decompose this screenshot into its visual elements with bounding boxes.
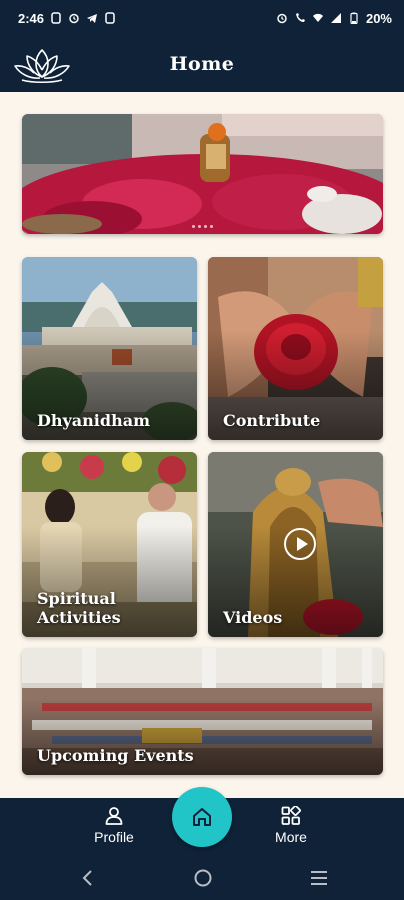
nav-more-label: More [275, 829, 307, 845]
carousel-dots [22, 225, 383, 228]
alarm-icon [68, 12, 80, 24]
signal-icon [330, 12, 342, 24]
play-icon[interactable] [284, 528, 316, 560]
carousel-dot[interactable] [198, 225, 201, 228]
status-left: 2:46 [18, 11, 116, 26]
alarm-icon [276, 12, 288, 24]
recents-icon[interactable] [309, 868, 329, 888]
sim-icon [50, 12, 62, 24]
nav-profile-label: Profile [94, 829, 134, 845]
wifi-calling-icon [294, 12, 306, 24]
home-circle-icon[interactable] [193, 868, 213, 888]
sim-icon [104, 12, 116, 24]
spiritual-activities-tile[interactable]: Spiritual Activities [22, 452, 197, 637]
dhyanidham-tile[interactable]: Dhyanidham [22, 257, 197, 440]
tile-label: Videos [223, 608, 283, 627]
home-content: Dhyanidham Contribute Spiritual Activiti… [0, 92, 404, 798]
wifi-icon [312, 12, 324, 24]
tile-label: Upcoming Events [37, 746, 194, 765]
profile-icon [105, 807, 123, 825]
app-header: Home [0, 36, 404, 92]
carousel-dot[interactable] [204, 225, 207, 228]
videos-tile[interactable]: Videos [208, 452, 383, 637]
carousel-dot[interactable] [210, 225, 213, 228]
contribute-tile[interactable]: Contribute [208, 257, 383, 440]
home-icon [193, 808, 211, 826]
status-right: 20% [276, 11, 392, 26]
tile-label: Spiritual Activities [37, 589, 121, 627]
flowers-and-shrine-photo [22, 114, 383, 234]
back-icon[interactable] [78, 868, 98, 888]
nav-more[interactable]: More [251, 806, 331, 845]
page-title: Home [169, 53, 235, 75]
battery-percentage: 20% [365, 10, 392, 26]
status-time: 2:46 [18, 10, 45, 26]
status-bar: 2:46 20% [0, 0, 404, 36]
system-nav-bar [0, 856, 404, 900]
battery-icon [348, 12, 360, 24]
tile-label: Dhyanidham [37, 411, 150, 430]
carousel-dot[interactable] [192, 225, 195, 228]
telegram-icon [86, 12, 98, 24]
hero-banner[interactable] [22, 114, 383, 234]
nav-profile[interactable]: Profile [74, 806, 154, 845]
lotus-logo-icon[interactable] [12, 46, 72, 84]
tile-label: Contribute [223, 411, 321, 430]
upcoming-events-tile[interactable]: Upcoming Events [22, 648, 383, 775]
grid-icon [281, 806, 301, 825]
home-button[interactable] [172, 787, 232, 847]
